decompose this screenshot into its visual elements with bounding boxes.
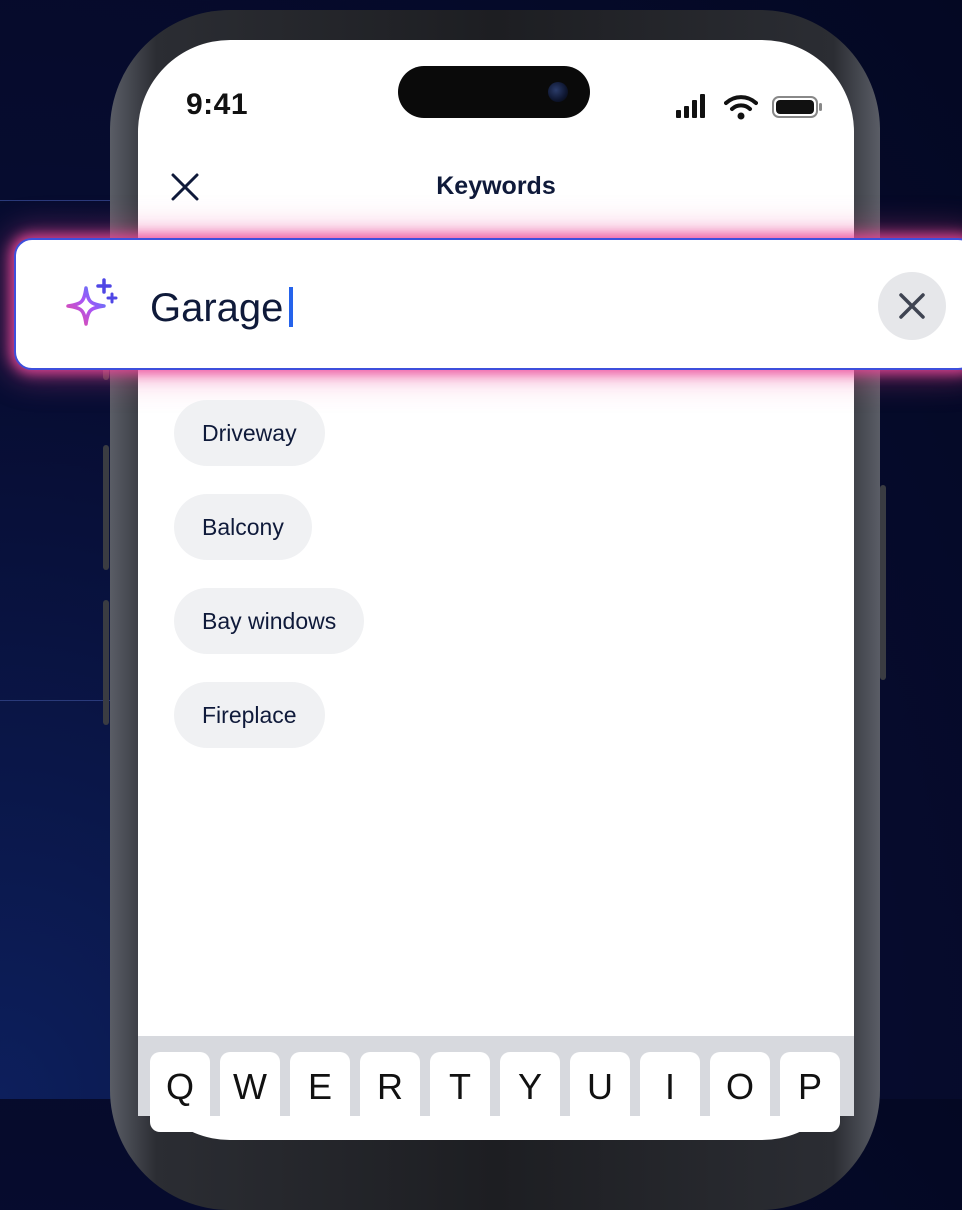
side-button-power <box>880 485 886 680</box>
camera-icon <box>548 82 568 102</box>
sparkle-icon <box>66 278 118 326</box>
key-o[interactable]: O <box>710 1052 770 1132</box>
page-title: Keywords <box>436 172 556 200</box>
key-r[interactable]: R <box>360 1052 420 1132</box>
key-y[interactable]: Y <box>500 1052 560 1132</box>
key-w[interactable]: W <box>220 1052 280 1132</box>
keyword-chip-driveway[interactable]: Driveway <box>174 400 325 466</box>
side-button-volume-down <box>103 600 109 725</box>
wifi-icon <box>724 95 758 120</box>
clear-search-button[interactable] <box>878 272 946 340</box>
status-time: 9:41 <box>186 88 249 121</box>
key-q[interactable]: Q <box>150 1052 210 1132</box>
key-e[interactable]: E <box>290 1052 350 1132</box>
close-icon[interactable] <box>170 172 200 202</box>
keyboard: Q W E R T Y U I O P <box>138 1036 854 1132</box>
background-line-top <box>0 200 110 201</box>
dynamic-island <box>398 66 590 118</box>
keyword-chip-bay-windows[interactable]: Bay windows <box>174 588 365 654</box>
background-line-bottom <box>0 700 110 701</box>
text-caret <box>289 287 294 328</box>
search-value-text: Garage <box>150 286 284 330</box>
key-p[interactable]: P <box>780 1052 840 1132</box>
search-input-value[interactable]: Garage <box>150 284 294 332</box>
signal-icon <box>676 94 716 118</box>
status-icons <box>676 94 826 120</box>
battery-icon <box>772 96 822 118</box>
keyword-chip-balcony[interactable]: Balcony <box>174 494 312 560</box>
key-t[interactable]: T <box>430 1052 490 1132</box>
keyword-chip-fireplace[interactable]: Fireplace <box>174 682 325 748</box>
keyword-search-input[interactable]: Garage <box>14 238 962 370</box>
key-i[interactable]: I <box>640 1052 700 1132</box>
side-button-volume-up <box>103 445 109 570</box>
clear-icon <box>899 293 925 319</box>
key-u[interactable]: U <box>570 1052 630 1132</box>
